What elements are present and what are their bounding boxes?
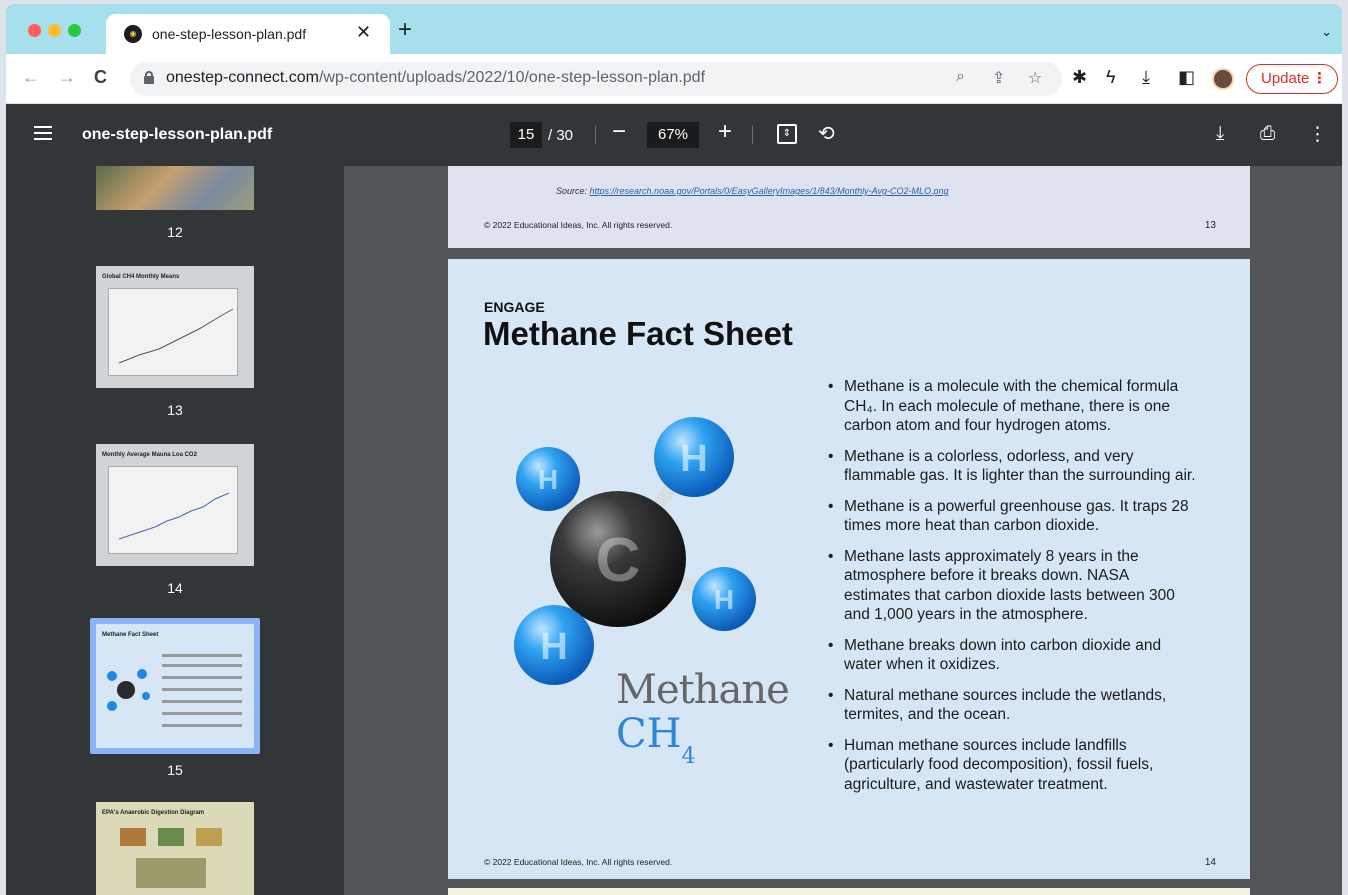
bookmark-star-icon[interactable]: ☆ [1028, 68, 1042, 88]
page-footer-number: 13 [1204, 220, 1216, 231]
minimize-window-button[interactable] [48, 24, 61, 37]
methane-molecule-illustration: H H H H C [514, 417, 756, 685]
formula-main: CH [616, 711, 682, 757]
atom-label: H [714, 584, 734, 615]
zoom-level-input[interactable]: 67% [647, 122, 699, 148]
forward-button[interactable]: → [58, 67, 76, 88]
kebab-menu-icon: ⋮ [1312, 70, 1327, 87]
pdf-viewport[interactable]: Source: https://research.noaa.gov/Portal… [344, 166, 1342, 895]
address-bar[interactable]: onestep-connect.com/wp-content/uploads/2… [130, 62, 1062, 96]
thumbnail-line-chart [118, 492, 230, 540]
fact-item: Methane lasts approximately 8 years in t… [826, 547, 1196, 625]
thumbnail-chart [108, 288, 238, 376]
close-window-button[interactable] [28, 24, 41, 37]
fact-item: Methane is a molecule with the chemical … [826, 377, 1196, 436]
thumbnail-chart [108, 466, 238, 554]
atom-label: C [596, 526, 641, 595]
share-icon[interactable]: ⇪ [992, 68, 1005, 88]
toolbar-divider [752, 126, 753, 144]
rotate-icon[interactable]: ⟲ [818, 121, 835, 146]
extensions-puzzle-icon[interactable]: ✱ [1072, 67, 1087, 88]
zoom-out-button[interactable]: − [612, 118, 626, 146]
page-footer-number: 14 [1204, 857, 1216, 868]
thumbnail-heading: Global CH4 Monthly Means [102, 274, 180, 280]
lock-icon[interactable] [144, 71, 154, 84]
thumbnail-label: 12 [167, 224, 183, 240]
downloads-icon[interactable]: ⤓ [1142, 67, 1150, 88]
tab-active[interactable]: ◉ one-step-lesson-plan.pdf ✕ [106, 14, 390, 54]
side-panel-icon[interactable]: ◧ [1178, 67, 1195, 88]
page-total: / 30 [548, 127, 574, 144]
new-tab-button[interactable]: + [398, 18, 412, 42]
thumbnail-heading: EPA's Anaerobic Digestion Diagram [102, 810, 205, 816]
zoom-in-button[interactable]: + [718, 118, 732, 146]
reload-button[interactable]: C [94, 67, 107, 88]
thumbnail-page-16[interactable]: EPA's Anaerobic Digestion Diagram [96, 802, 254, 895]
chemical-formula: CH4 [616, 711, 696, 769]
thumbnail-page-12[interactable] [96, 166, 254, 210]
section-kicker: ENGAGE [484, 299, 545, 315]
url-text[interactable]: onestep-connect.com/wp-content/uploads/2… [166, 69, 705, 87]
hamburger-menu-icon[interactable] [34, 126, 52, 140]
thumbnail-page-15[interactable]: Methane Fact Sheet [96, 624, 254, 748]
back-button[interactable]: ← [22, 67, 40, 88]
extension-bolt-icon[interactable]: ϟ [1106, 67, 1116, 88]
thumbnail-line-chart [118, 308, 234, 364]
atom-label: H [540, 626, 567, 668]
formula-subscript: 4 [681, 744, 696, 769]
fact-item: Methane is a powerful greenhouse gas. It… [826, 497, 1196, 536]
update-button[interactable]: Update ⋮ [1246, 64, 1338, 94]
thumbnail-label: 13 [167, 402, 183, 418]
browser-toolbar: ← → C onestep-connect.com/wp-content/upl… [6, 54, 1342, 104]
update-label: Update [1261, 70, 1310, 87]
tab-search-chevron-icon[interactable]: ⌄ [1321, 24, 1332, 40]
thumbnail-heading: Monthly Average Mauna Loa CO2 [102, 452, 197, 458]
close-tab-icon[interactable]: ✕ [356, 22, 371, 43]
pdf-toolbar: one-step-lesson-plan.pdf 15 / 30 − 67% +… [6, 104, 1342, 166]
pdf-page-15 [448, 888, 1250, 895]
fact-list: Methane is a molecule with the chemical … [826, 377, 1196, 805]
url-host: onestep-connect.com [166, 69, 319, 86]
pdf-document-title: one-step-lesson-plan.pdf [82, 126, 273, 143]
toolbar-divider [595, 126, 596, 144]
thumbnail-molecule [107, 654, 242, 727]
fact-item: Methane is a colorless, odorless, and ve… [826, 447, 1196, 486]
page-number-input[interactable]: 15 [510, 122, 542, 148]
thumbnail-page-14[interactable]: Monthly Average Mauna Loa CO2 [96, 444, 254, 566]
profile-avatar[interactable] [1212, 68, 1234, 90]
page-footer-copyright: © 2022 Educational Ideas, Inc. All right… [484, 220, 673, 230]
more-actions-icon[interactable]: ⋮ [1308, 123, 1327, 146]
molecule-name: Methane [616, 667, 790, 713]
fit-to-page-icon[interactable]: ⇕ [777, 124, 797, 144]
fact-item: Natural methane sources include the wetl… [826, 686, 1196, 725]
thumbnail-label: 14 [167, 580, 183, 596]
pdf-page-13: Source: https://research.noaa.gov/Portal… [448, 166, 1250, 248]
download-icon[interactable]: ⤓ [1216, 123, 1224, 145]
pdf-page-14: ENGAGE Methane Fact Sheet H H H H C Meth… [448, 259, 1250, 879]
thumbnail-heading: Methane Fact Sheet [102, 632, 159, 638]
site-favicon-icon: ◉ [124, 25, 142, 43]
thumbnail-sidebar[interactable]: 12 Global CH4 Monthly Means 13 Monthly A… [6, 166, 344, 895]
fact-item: Human methane sources include landfills … [826, 736, 1196, 795]
source-citation: Source: https://research.noaa.gov/Portal… [556, 186, 949, 196]
maximize-window-button[interactable] [68, 24, 81, 37]
print-icon[interactable]: ⎙ [1260, 123, 1275, 145]
atom-label: H [538, 464, 558, 495]
thumbnail-page-13[interactable]: Global CH4 Monthly Means [96, 266, 254, 388]
source-prefix: Source: [556, 186, 590, 196]
thumbnail-label: 15 [167, 762, 183, 778]
page-footer-copyright: © 2022 Educational Ideas, Inc. All right… [484, 857, 673, 867]
url-path: /wp-content/uploads/2022/10/one-step-les… [318, 69, 706, 86]
tab-title: one-step-lesson-plan.pdf [152, 26, 307, 42]
source-link[interactable]: https://research.noaa.gov/Portals/0/Easy… [590, 186, 949, 196]
tab-strip: ◉ one-step-lesson-plan.pdf ✕ + ⌄ [6, 4, 1342, 54]
atom-label: H [680, 438, 707, 480]
browser-window: ◉ one-step-lesson-plan.pdf ✕ + ⌄ ← → C o… [6, 4, 1342, 895]
page-title: Methane Fact Sheet [483, 315, 793, 352]
fact-item: Methane breaks down into carbon dioxide … [826, 636, 1196, 675]
zoom-magnifier-icon[interactable]: ⌕ [956, 68, 965, 86]
